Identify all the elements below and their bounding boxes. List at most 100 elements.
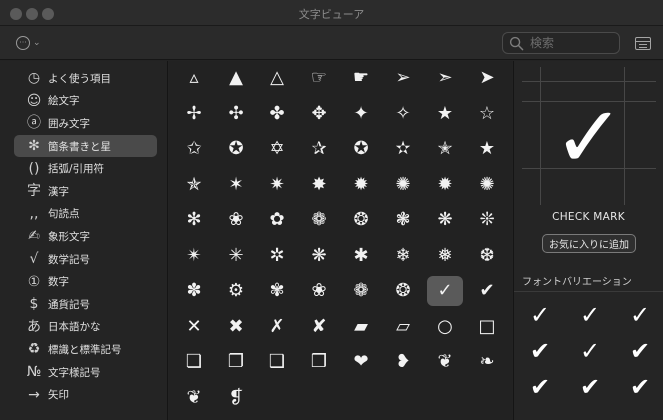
character-cell[interactable]: ▲ bbox=[218, 63, 254, 93]
font-variation-cell[interactable]: ✔ bbox=[520, 372, 560, 402]
character-cell[interactable]: ✓ bbox=[427, 276, 463, 306]
search-input[interactable] bbox=[530, 36, 610, 50]
character-cell[interactable]: ▰ bbox=[343, 312, 379, 342]
character-cell[interactable]: ➣ bbox=[427, 63, 463, 93]
font-variation-cell[interactable]: ✔ bbox=[520, 336, 560, 366]
character-cell[interactable]: ✳ bbox=[218, 241, 254, 271]
more-options-button[interactable]: ··· ⌄ bbox=[16, 34, 48, 52]
add-to-favorites-button[interactable]: お気に入りに追加 bbox=[542, 234, 636, 253]
character-cell[interactable]: ❄ bbox=[385, 241, 421, 271]
character-cell[interactable]: ➢ bbox=[385, 63, 421, 93]
character-cell[interactable]: ❁ bbox=[343, 276, 379, 306]
character-cell[interactable]: ✭ bbox=[427, 134, 463, 164]
character-cell[interactable]: ✿ bbox=[259, 205, 295, 235]
character-cell[interactable]: ✖ bbox=[218, 312, 254, 342]
character-cell[interactable]: ✪ bbox=[343, 134, 379, 164]
character-cell[interactable]: ❦ bbox=[427, 347, 463, 377]
sidebar-item[interactable]: ◷ よく使う項目 bbox=[14, 67, 157, 90]
character-cell[interactable]: ✾ bbox=[259, 276, 295, 306]
character-cell[interactable]: ✗ bbox=[259, 312, 295, 342]
font-variation-cell[interactable]: ✓ bbox=[520, 300, 560, 330]
character-cell[interactable]: ✢ bbox=[176, 99, 212, 129]
character-cell[interactable]: ➤ bbox=[469, 63, 505, 93]
character-cell[interactable]: ☛ bbox=[343, 63, 379, 93]
sidebar-item[interactable]: → 矢印 bbox=[14, 383, 157, 406]
character-cell[interactable]: ○ bbox=[427, 312, 463, 342]
sidebar-item[interactable]: ⓐ 囲み文字 bbox=[14, 112, 157, 135]
font-variation-cell[interactable]: ✔ bbox=[570, 372, 610, 402]
character-cell[interactable]: ❀ bbox=[218, 205, 254, 235]
character-cell[interactable]: ❤ bbox=[343, 347, 379, 377]
character-cell[interactable]: ❁ bbox=[301, 205, 337, 235]
sidebar-toggle-icon[interactable] bbox=[635, 37, 651, 50]
font-variation-cell[interactable]: ✓ bbox=[570, 300, 610, 330]
character-cell[interactable]: ❥ bbox=[385, 347, 421, 377]
character-cell[interactable]: ❏ bbox=[176, 347, 212, 377]
character-cell[interactable]: ✥ bbox=[301, 99, 337, 129]
character-cell[interactable]: ❆ bbox=[469, 241, 505, 271]
character-cell[interactable]: ❊ bbox=[469, 205, 505, 235]
character-cell[interactable]: ✯ bbox=[176, 170, 212, 200]
character-cell[interactable]: ✶ bbox=[218, 170, 254, 200]
character-cell[interactable]: ✣ bbox=[218, 99, 254, 129]
character-cell[interactable]: ✱ bbox=[343, 241, 379, 271]
sidebar-item[interactable]: () 括弧/引用符 bbox=[14, 157, 157, 180]
character-cell[interactable]: ✩ bbox=[176, 134, 212, 164]
character-cell[interactable]: ✺ bbox=[385, 170, 421, 200]
sidebar-item[interactable]: ① 数字 bbox=[14, 270, 157, 293]
character-cell[interactable]: ❑ bbox=[259, 347, 295, 377]
sidebar-item[interactable]: ,, 句読点 bbox=[14, 203, 157, 226]
character-cell[interactable]: ❐ bbox=[218, 347, 254, 377]
font-variation-cell[interactable]: ✔ bbox=[620, 372, 660, 402]
sidebar-item[interactable]: √ 数学記号 bbox=[14, 248, 157, 271]
character-cell[interactable]: ★ bbox=[427, 99, 463, 129]
font-variation-cell[interactable]: ✔ bbox=[620, 336, 660, 366]
font-variation-cell[interactable]: ✓ bbox=[570, 336, 610, 366]
character-cell[interactable]: ☞ bbox=[301, 63, 337, 93]
sidebar-item[interactable]: あ日本語かな bbox=[14, 316, 157, 339]
character-cell[interactable]: ✘ bbox=[301, 312, 337, 342]
character-cell[interactable]: △ bbox=[259, 63, 295, 93]
character-cell[interactable]: ✹ bbox=[427, 170, 463, 200]
sidebar-item[interactable]: ✍ 象形文字 bbox=[14, 225, 157, 248]
sidebar-item[interactable]: ☺ 絵文字 bbox=[14, 90, 157, 113]
character-cell[interactable]: ❦ bbox=[176, 383, 212, 413]
search-field[interactable] bbox=[502, 32, 620, 54]
character-cell[interactable]: ❡ bbox=[218, 383, 254, 413]
character-cell[interactable]: □ bbox=[469, 312, 505, 342]
character-cell[interactable]: ❃ bbox=[385, 205, 421, 235]
character-cell[interactable]: ▱ bbox=[385, 312, 421, 342]
character-cell[interactable]: ❧ bbox=[469, 347, 505, 377]
character-cell[interactable]: ⚙ bbox=[218, 276, 254, 306]
character-cell[interactable]: ★ bbox=[469, 134, 505, 164]
font-variation-cell[interactable]: ✓ bbox=[620, 300, 660, 330]
character-cell[interactable]: ✫ bbox=[385, 134, 421, 164]
character-cell[interactable]: ❋ bbox=[301, 241, 337, 271]
character-cell[interactable]: ✧ bbox=[385, 99, 421, 129]
character-cell[interactable]: ✡ bbox=[259, 134, 295, 164]
sidebar-item[interactable]: $ 通貨記号 bbox=[14, 293, 157, 316]
sidebar-item[interactable]: № 文字様記号 bbox=[14, 361, 157, 384]
character-cell[interactable]: ✹ bbox=[343, 170, 379, 200]
character-cell[interactable]: ▵ bbox=[176, 63, 212, 93]
character-cell[interactable]: ❀ bbox=[301, 276, 337, 306]
character-cell[interactable]: ❂ bbox=[385, 276, 421, 306]
sidebar-item[interactable]: ♻ 標識と標準記号 bbox=[14, 338, 157, 361]
character-cell[interactable]: ❂ bbox=[343, 205, 379, 235]
character-cell[interactable]: ✲ bbox=[259, 241, 295, 271]
character-cell[interactable]: ☆ bbox=[469, 99, 505, 129]
character-cell[interactable]: ✸ bbox=[301, 170, 337, 200]
character-cell[interactable]: ✰ bbox=[301, 134, 337, 164]
character-cell[interactable]: ✦ bbox=[343, 99, 379, 129]
character-cell[interactable]: ✴ bbox=[176, 241, 212, 271]
character-cell[interactable]: ✪ bbox=[218, 134, 254, 164]
character-cell[interactable]: ✕ bbox=[176, 312, 212, 342]
character-cell[interactable]: ✷ bbox=[259, 170, 295, 200]
character-cell[interactable]: ✻ bbox=[176, 205, 212, 235]
character-cell[interactable]: ❒ bbox=[301, 347, 337, 377]
character-cell[interactable]: ✤ bbox=[259, 99, 295, 129]
character-cell[interactable]: ✺ bbox=[469, 170, 505, 200]
character-cell[interactable]: ✽ bbox=[176, 276, 212, 306]
character-cell[interactable]: ❋ bbox=[427, 205, 463, 235]
character-cell[interactable]: ✔ bbox=[469, 276, 505, 306]
